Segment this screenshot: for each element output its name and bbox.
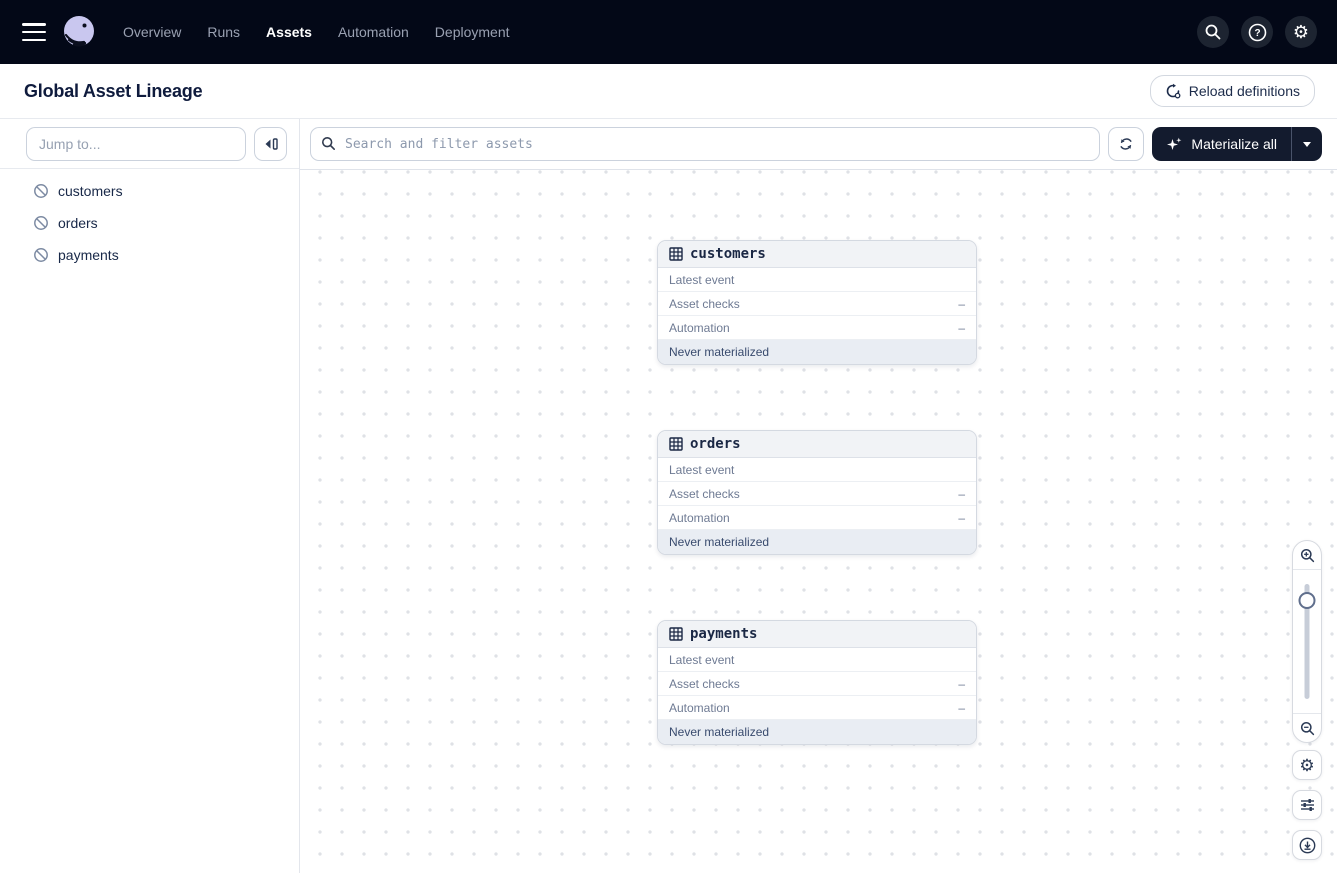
gear-icon: ⚙ — [1299, 755, 1315, 775]
reload-definitions-button[interactable]: Reload definitions — [1149, 75, 1315, 107]
sidebar-item-label: orders — [58, 215, 98, 231]
nav-item-runs[interactable]: Runs — [207, 24, 240, 40]
node-row-automation: Automation – — [658, 506, 976, 530]
sidebar-asset-list: customers orders payments — [0, 169, 299, 271]
nav-item-overview[interactable]: Overview — [123, 24, 181, 40]
collapse-panel-button[interactable] — [254, 126, 287, 161]
materialize-all-button[interactable]: Materialize all — [1152, 127, 1291, 161]
canvas-toolbar: Materialize all — [300, 119, 1337, 169]
search-icon[interactable] — [1197, 16, 1229, 48]
node-status: Never materialized — [658, 530, 976, 554]
refresh-button[interactable] — [1108, 127, 1145, 161]
top-nav: Overview Runs Assets Automation Deployme… — [0, 0, 1337, 64]
node-row-automation: Automation – — [658, 316, 976, 340]
sidebar-toolbar — [0, 119, 299, 169]
materialize-all-group: Materialize all — [1152, 127, 1322, 161]
nav-item-automation[interactable]: Automation — [338, 24, 409, 40]
asset-node-orders[interactable]: orders Latest event Asset checks – Automa… — [657, 430, 977, 555]
asset-node-title: payments — [690, 626, 758, 642]
filter-options-button[interactable] — [1292, 790, 1322, 820]
node-status: Never materialized — [658, 720, 976, 744]
table-icon — [669, 627, 683, 641]
table-icon — [669, 247, 683, 261]
slashed-circle-icon — [34, 216, 48, 230]
gear-icon[interactable]: ⚙ — [1285, 16, 1317, 48]
dagster-app: Overview Runs Assets Automation Deployme… — [0, 0, 1337, 873]
node-status: Never materialized — [658, 340, 976, 364]
materialize-options-button[interactable] — [1292, 127, 1322, 161]
zoom-controls — [1292, 540, 1322, 743]
nav-item-assets[interactable]: Assets — [266, 24, 312, 40]
node-row-asset-checks: Asset checks – — [658, 672, 976, 696]
reload-icon — [1166, 83, 1181, 99]
svg-text:?: ? — [1254, 28, 1260, 39]
download-view-button[interactable] — [1292, 830, 1322, 860]
sidebar-item-orders[interactable]: orders — [0, 207, 299, 239]
jump-to-input[interactable] — [26, 126, 246, 161]
asset-search-input[interactable] — [310, 127, 1101, 161]
page-header: Global Asset Lineage Reload definitions — [0, 64, 1337, 119]
download-view-icon — [1299, 837, 1315, 853]
node-row-latest-event: Latest event — [658, 458, 976, 482]
lineage-canvas[interactable]: customers Latest event Asset checks – Aut… — [300, 169, 1337, 873]
materialize-all-label: Materialize all — [1191, 136, 1277, 152]
zoom-out-button[interactable] — [1293, 714, 1321, 742]
zoom-slider-thumb[interactable] — [1298, 592, 1316, 609]
sidebar-item-payments[interactable]: payments — [0, 239, 299, 271]
asset-node-title: orders — [690, 436, 741, 452]
zoom-out-icon — [1300, 721, 1314, 735]
node-row-latest-event: Latest event — [658, 648, 976, 672]
asset-node-payments[interactable]: payments Latest event Asset checks – Auto… — [657, 620, 977, 745]
node-row-asset-checks: Asset checks – — [658, 482, 976, 506]
sidebar-item-label: customers — [58, 183, 123, 199]
refresh-icon — [1120, 138, 1132, 150]
zoom-in-button[interactable] — [1293, 541, 1321, 569]
lineage-sidebar: customers orders payments — [0, 119, 300, 873]
node-row-latest-event: Latest event — [658, 268, 976, 292]
chevron-down-icon — [1303, 141, 1311, 147]
page-title: Global Asset Lineage — [24, 80, 203, 101]
asset-node-title: customers — [690, 246, 766, 262]
help-icon[interactable]: ? — [1241, 16, 1273, 48]
sparkle-icon — [1167, 137, 1182, 150]
table-icon — [669, 437, 683, 451]
sidebar-item-customers[interactable]: customers — [0, 175, 299, 207]
sidebar-item-label: payments — [58, 247, 119, 263]
zoom-slider[interactable] — [1293, 570, 1321, 713]
tune-icon — [1300, 799, 1314, 811]
node-row-automation: Automation – — [658, 696, 976, 720]
search-icon — [321, 136, 335, 150]
nav-links: Overview Runs Assets Automation Deployme… — [123, 24, 510, 40]
slashed-circle-icon — [34, 248, 48, 262]
collapse-panel-icon — [265, 137, 278, 150]
lineage-main: Materialize all customers Late — [300, 119, 1337, 873]
slashed-circle-icon — [34, 184, 48, 198]
hamburger-menu-icon[interactable] — [22, 23, 46, 41]
asset-node-customers[interactable]: customers Latest event Asset checks – Aut… — [657, 240, 977, 365]
nav-item-deployment[interactable]: Deployment — [435, 24, 510, 40]
dagster-logo-icon[interactable] — [60, 13, 98, 51]
reload-definitions-label: Reload definitions — [1188, 83, 1300, 99]
node-row-asset-checks: Asset checks – — [658, 292, 976, 316]
graph-settings-button[interactable]: ⚙ — [1292, 750, 1322, 780]
zoom-in-icon — [1300, 548, 1314, 562]
